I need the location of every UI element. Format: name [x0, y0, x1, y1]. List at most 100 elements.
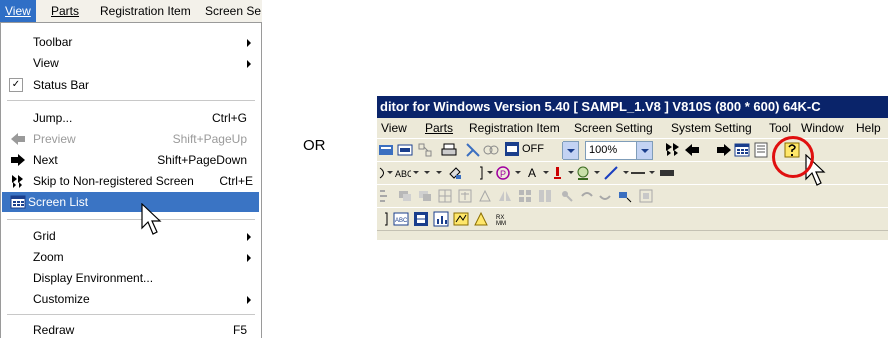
next-shortcut: Shift+PageDown: [157, 153, 247, 167]
menu-item-jump[interactable]: Jump... Ctrl+G: [2, 108, 259, 128]
bring-front-icon[interactable]: [397, 188, 413, 204]
multi-copy-icon[interactable]: [537, 188, 553, 204]
group-icon[interactable]: [437, 188, 453, 204]
menu-item-status-bar[interactable]: ✓ Status Bar: [2, 75, 259, 95]
zoom-combobox[interactable]: 100%: [585, 141, 653, 160]
reel-icon[interactable]: [483, 142, 499, 158]
abc-box-icon[interactable]: ABC: [393, 211, 409, 227]
message-icon[interactable]: RXMM: [495, 211, 511, 227]
menu-item-toolbar[interactable]: Toolbar: [2, 32, 259, 52]
dropdown-arrow-icon: [543, 171, 549, 174]
table-icon[interactable]: [413, 211, 429, 227]
dropdown-arrow-icon: [649, 171, 655, 174]
dropdown-arrow-icon: [636, 142, 652, 159]
point-icon[interactable]: [559, 188, 575, 204]
editor-menu-window[interactable]: Window: [801, 118, 844, 138]
off-selector[interactable]: OFF: [505, 141, 563, 158]
editor-menu-tool[interactable]: Tool: [769, 118, 791, 138]
dropdown-arrow-icon: [424, 171, 430, 174]
rotate-icon[interactable]: [477, 188, 493, 204]
line-color-icon[interactable]: [550, 165, 566, 181]
test-icon[interactable]: [465, 142, 481, 158]
editor-menu-bar: View Parts Registration Item Screen Sett…: [377, 118, 888, 138]
submenu-arrow-icon: [247, 39, 251, 47]
skip-label: Skip to Non-registered Screen: [33, 174, 194, 188]
dropdown-arrow-icon: [623, 171, 629, 174]
menu-view-label: View: [5, 4, 31, 18]
screen-list-icon[interactable]: [734, 142, 750, 158]
toolbar-row-4: ABC RX MM: [377, 207, 888, 231]
menu-item-redraw[interactable]: Redraw F5: [2, 320, 259, 340]
ungroup-icon[interactable]: [457, 188, 473, 204]
submenu-arrow-icon: [247, 296, 251, 304]
editor-menu-view[interactable]: View: [381, 118, 407, 138]
menu-item-display-environment[interactable]: Display Environment...: [2, 268, 259, 288]
editor-menu-system-setting[interactable]: System Setting: [671, 118, 752, 138]
grid-label: Grid: [33, 229, 56, 243]
next-screen-icon[interactable]: [716, 142, 732, 158]
select-icon[interactable]: [617, 188, 633, 204]
undo-icon[interactable]: [579, 188, 595, 204]
menu-registration-item[interactable]: Registration Item: [95, 0, 196, 22]
menu-bar: View Parts Registration Item Screen Se: [0, 0, 262, 23]
menu-item-grid[interactable]: Grid: [2, 226, 259, 246]
skip-arrows-icon: [12, 175, 23, 188]
fill-color-icon[interactable]: [575, 165, 591, 181]
bracket-icon[interactable]: [470, 165, 486, 181]
menu-parts[interactable]: Parts: [46, 0, 84, 22]
dropdown-arrow-icon: [413, 171, 419, 174]
bracket-icon[interactable]: [377, 211, 393, 227]
menu-item-preview[interactable]: Preview Shift+PageUp: [2, 129, 259, 149]
menu-item-next[interactable]: Next Shift+PageDown: [2, 150, 259, 170]
parts-p-icon[interactable]: P: [495, 165, 511, 181]
menu-item-view[interactable]: View: [2, 53, 259, 73]
align-icon[interactable]: [377, 188, 393, 204]
matrix-icon[interactable]: [517, 188, 533, 204]
send-back-icon[interactable]: [417, 188, 433, 204]
skip-icon[interactable]: [665, 142, 681, 158]
network-icon[interactable]: [417, 142, 433, 158]
view-label: View: [33, 56, 59, 70]
off-dropdown[interactable]: [562, 141, 579, 160]
grid-snap-icon[interactable]: [638, 188, 654, 204]
svg-text:ABC: ABC: [395, 169, 411, 179]
editor-menu-screen-setting[interactable]: Screen Setting: [574, 118, 653, 138]
transfer-icon[interactable]: [378, 142, 394, 158]
menu-item-skip[interactable]: Skip to Non-registered Screen Ctrl+E: [2, 171, 259, 191]
mirror-icon[interactable]: [497, 188, 513, 204]
editor-menu-help[interactable]: Help: [856, 118, 881, 138]
line-style-icon[interactable]: [630, 165, 646, 181]
editor-menu-registration-item[interactable]: Registration Item: [469, 118, 560, 138]
paint-icon[interactable]: [447, 165, 463, 181]
text-style-icon[interactable]: ABC: [395, 165, 411, 181]
menu-view[interactable]: View: [0, 0, 36, 22]
view-dropdown: Toolbar View ✓ Status Bar Jump... Ctrl+G…: [0, 22, 262, 338]
sample-icon[interactable]: [453, 211, 469, 227]
zoom-value: 100%: [589, 144, 618, 156]
preview-shortcut: Shift+PageUp: [172, 132, 247, 146]
menu-item-customize[interactable]: Customize: [2, 289, 259, 309]
sim-icon[interactable]: [397, 142, 413, 158]
mouse-cursor-icon: [141, 203, 162, 235]
dropdown-arrow-icon: [387, 171, 393, 174]
svg-text:P: P: [500, 169, 506, 179]
menu-screen-setting[interactable]: Screen Se: [200, 0, 262, 22]
line-icon[interactable]: [603, 165, 619, 181]
screen-list-icon: [10, 195, 26, 209]
redo-icon[interactable]: [597, 188, 613, 204]
pattern-icon[interactable]: [659, 165, 675, 181]
dropdown-arrow-icon: [562, 142, 578, 159]
print-icon[interactable]: [441, 142, 457, 158]
font-color-icon[interactable]: A: [525, 165, 541, 181]
status-bar-label: Status Bar: [33, 78, 90, 92]
menu-item-screen-list[interactable]: Screen List: [2, 192, 259, 212]
previous-screen-icon[interactable]: [684, 142, 700, 158]
dropdown-arrow-icon: [568, 171, 574, 174]
graph-icon[interactable]: [433, 211, 449, 227]
display-environment-label: Display Environment...: [33, 271, 154, 285]
alarm-icon[interactable]: [473, 211, 489, 227]
toolbar-label: Toolbar: [33, 35, 73, 49]
editor-menu-parts[interactable]: Parts: [425, 118, 453, 138]
list-view-icon[interactable]: [753, 142, 769, 158]
menu-item-zoom[interactable]: Zoom: [2, 247, 259, 267]
